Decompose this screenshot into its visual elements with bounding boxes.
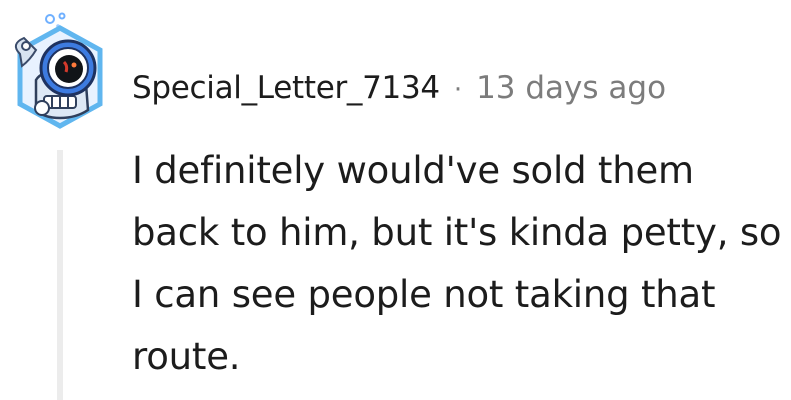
comment-header: Special_Letter_7134 · 13 days ago <box>132 66 666 112</box>
robot-avatar-icon[interactable] <box>6 10 114 130</box>
thread-collapse-line[interactable] <box>57 150 63 400</box>
username-link[interactable]: Special_Letter_7134 <box>132 66 440 110</box>
comment-body: I definitely would've sold them back to … <box>132 149 782 378</box>
timestamp-link[interactable]: 13 days ago <box>476 66 666 110</box>
separator-dot: · <box>453 75 463 105</box>
